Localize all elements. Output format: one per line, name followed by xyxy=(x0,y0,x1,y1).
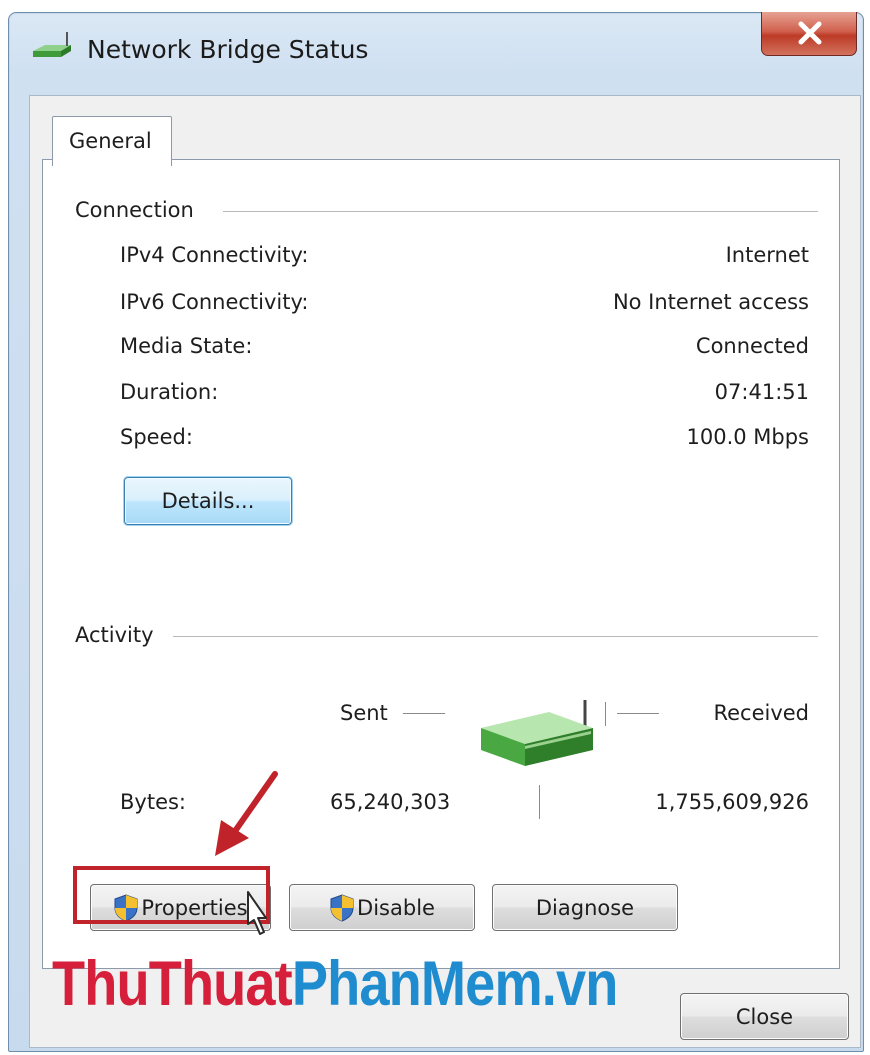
tab-general[interactable]: General xyxy=(52,116,172,166)
activity-heading: Activity xyxy=(75,623,162,647)
watermark-logo: ThuThuatPhanMem.vn xyxy=(52,948,618,1020)
ipv6-label: IPv6 Connectivity: xyxy=(120,290,309,314)
speed-label: Speed: xyxy=(120,425,193,449)
duration-label: Duration: xyxy=(120,380,219,404)
media-state-label: Media State: xyxy=(120,334,253,358)
activity-divider xyxy=(173,636,818,637)
diagnose-button[interactable]: Diagnose xyxy=(492,884,678,931)
diagnose-button-label: Diagnose xyxy=(535,895,635,920)
details-button-label: Details... xyxy=(161,489,255,513)
ipv4-label: IPv4 Connectivity: xyxy=(120,243,309,267)
watermark-part2: PhanMem.vn xyxy=(291,949,618,1019)
title-close-button[interactable] xyxy=(761,12,857,56)
duration-value: 07:41:51 xyxy=(714,380,809,404)
speed-value: 100.0 Mbps xyxy=(686,425,809,449)
close-button-label: Close xyxy=(735,1004,794,1029)
uac-shield-icon xyxy=(330,893,354,922)
bytes-received-value: 1,755,609,926 xyxy=(655,790,809,814)
general-tab-panel: Connection IPv4 Connectivity: Internet I… xyxy=(42,159,840,969)
received-tick xyxy=(605,702,606,726)
disable-button-label: Disable xyxy=(357,895,435,920)
sent-connector-line xyxy=(403,713,445,714)
ipv6-value: No Internet access xyxy=(612,290,809,314)
window-title: Network Bridge Status xyxy=(87,35,369,64)
connection-heading: Connection xyxy=(75,198,202,222)
details-button[interactable]: Details... xyxy=(124,477,292,525)
title-bar[interactable]: Network Bridge Status xyxy=(9,12,863,79)
sent-label: Sent xyxy=(340,701,388,725)
network-adapter-icon xyxy=(33,32,71,57)
bytes-divider-tick xyxy=(539,785,540,819)
properties-button-label: Properties xyxy=(141,895,248,920)
mouse-pointer-icon xyxy=(247,891,267,935)
bytes-label: Bytes: xyxy=(120,790,187,814)
received-connector-line xyxy=(617,713,659,714)
ipv4-value: Internet xyxy=(725,243,809,267)
uac-shield-icon xyxy=(114,893,138,922)
bytes-sent-value: 65,240,303 xyxy=(330,790,451,814)
disable-button[interactable]: Disable xyxy=(289,884,475,931)
connection-divider xyxy=(223,211,818,212)
watermark-part1: ThuThuat xyxy=(52,949,293,1019)
media-state-value: Connected xyxy=(695,334,809,358)
close-button[interactable]: Close xyxy=(680,993,849,1040)
red-arrow-icon xyxy=(215,771,278,856)
received-label: Received xyxy=(713,701,809,725)
close-icon xyxy=(798,21,822,45)
network-bridge-status-window: Network Bridge Status General Connection… xyxy=(8,12,864,1052)
tab-general-label: General xyxy=(69,129,152,153)
network-adapter-icon xyxy=(481,700,593,766)
dialog-client-area: General Connection IPv4 Connectivity: In… xyxy=(29,95,861,1048)
